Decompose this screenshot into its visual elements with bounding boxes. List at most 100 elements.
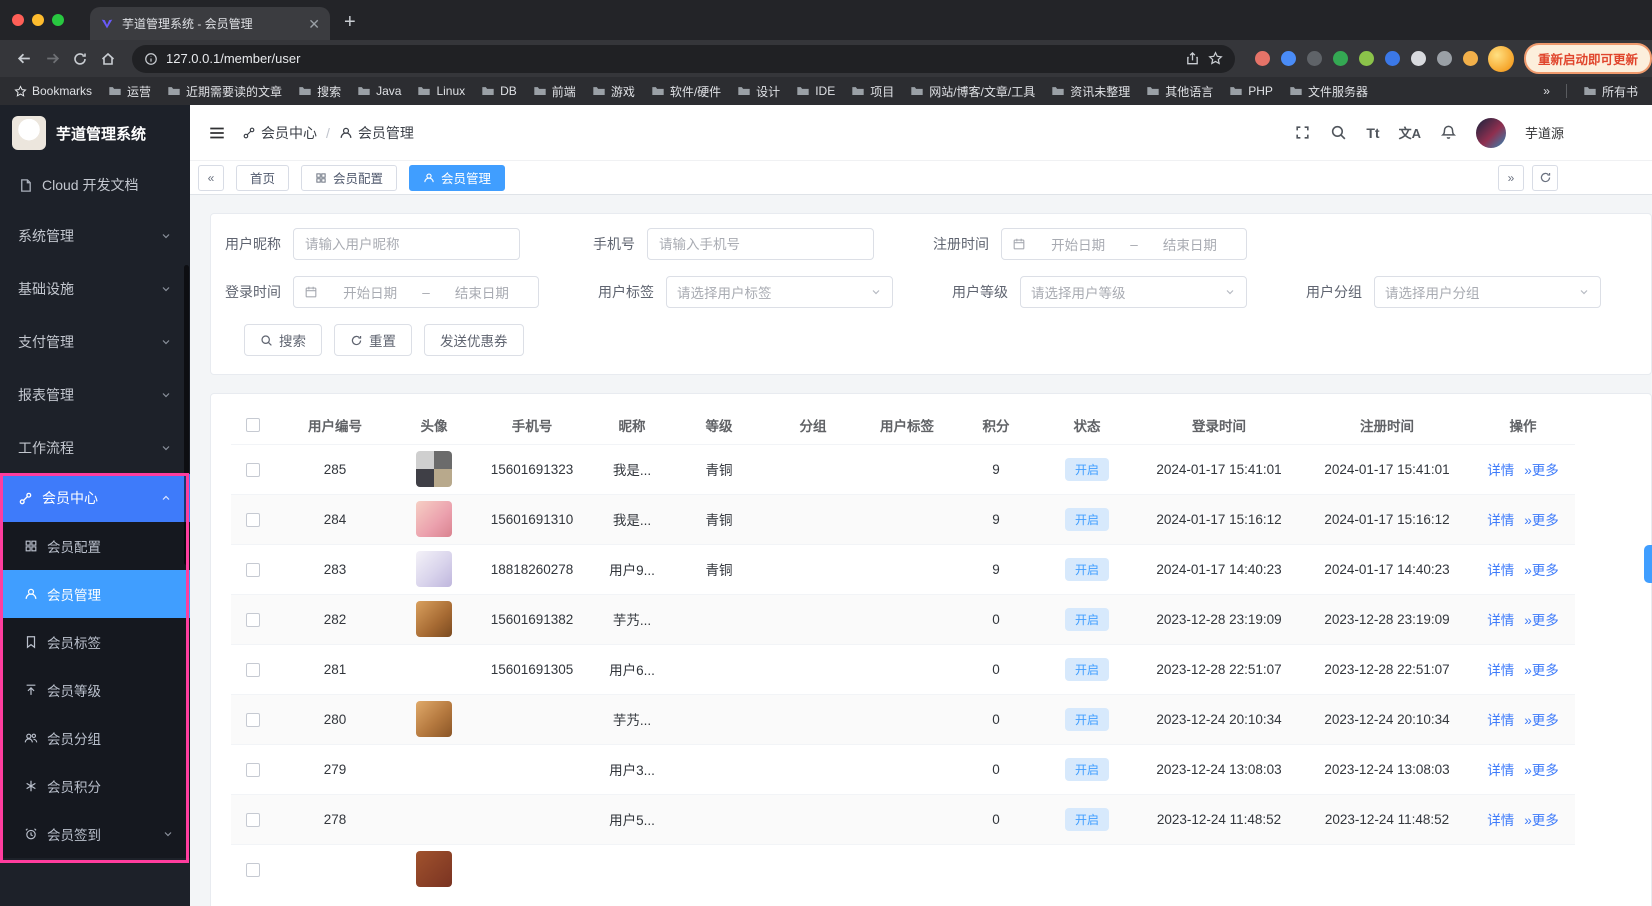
browser-tab[interactable]: 芋道管理系统 - 会员管理 ✕	[90, 7, 330, 40]
bookmark-folder[interactable]: PHP	[1229, 84, 1273, 98]
sidebar-scrollbar[interactable]	[184, 265, 189, 565]
more-link[interactable]: »更多	[1524, 713, 1559, 728]
sidebar-item-member-center[interactable]: 会员中心	[0, 474, 190, 522]
zoom-window-button[interactable]	[52, 14, 64, 26]
notification-bell-button[interactable]	[1440, 124, 1457, 141]
row-checkbox[interactable]	[246, 812, 260, 827]
row-checkbox[interactable]	[246, 862, 260, 877]
tabs-scroll-left-button[interactable]: «	[198, 164, 224, 191]
more-link[interactable]: »更多	[1524, 763, 1559, 778]
bookmark-folder[interactable]: 近期需要读的文章	[167, 83, 282, 100]
browser-profile-avatar[interactable]	[1487, 45, 1514, 72]
page-tab-member-config[interactable]: 会员配置	[301, 164, 398, 191]
row-checkbox[interactable]	[246, 462, 260, 477]
page-tab-home[interactable]: 首页	[236, 164, 290, 191]
bookmark-folder[interactable]: 文件服务器	[1289, 83, 1368, 100]
app-logo-row[interactable]: 芋道管理系统	[0, 105, 190, 161]
back-button[interactable]	[10, 45, 38, 73]
floating-affix-tab[interactable]	[1644, 545, 1652, 583]
extension-icon[interactable]	[1384, 51, 1400, 66]
nickname-input[interactable]	[293, 228, 520, 260]
level-select[interactable]: 请选择用户等级	[1020, 276, 1247, 308]
row-checkbox[interactable]	[246, 662, 260, 677]
login-date-range-picker[interactable]: 开始日期 – 结束日期	[293, 276, 539, 308]
bookmark-folder[interactable]: 软件/硬件	[651, 83, 721, 100]
group-select[interactable]: 请选择用户分组	[1374, 276, 1601, 308]
user-avatar[interactable]	[1475, 117, 1506, 148]
detail-link[interactable]: 详情	[1487, 763, 1514, 778]
sidebar-item-member-signin[interactable]: 会员签到	[0, 810, 190, 858]
register-date-range-picker[interactable]: 开始日期 – 结束日期	[1001, 228, 1247, 260]
sidebar-item-cloud-docs[interactable]: Cloud 开发文档	[0, 161, 190, 209]
bookmark-folder[interactable]: 资讯未整理	[1051, 83, 1130, 100]
extension-icon[interactable]	[1436, 51, 1452, 66]
row-checkbox[interactable]	[246, 612, 260, 627]
extension-icon[interactable]	[1358, 51, 1374, 66]
page-tab-member-manage[interactable]: 会员管理	[409, 164, 506, 191]
detail-link[interactable]: 详情	[1487, 463, 1514, 478]
sidebar-group-item[interactable]: 工作流程	[0, 421, 190, 474]
close-tab-icon[interactable]: ✕	[308, 17, 320, 31]
detail-link[interactable]: 详情	[1487, 513, 1514, 528]
row-checkbox[interactable]	[246, 562, 260, 577]
share-icon[interactable]	[1185, 51, 1200, 66]
more-link[interactable]: »更多	[1524, 563, 1559, 578]
locale-button[interactable]: 文A	[1399, 123, 1421, 142]
row-checkbox[interactable]	[246, 512, 260, 527]
sidebar-item-member-config[interactable]: 会员配置	[0, 522, 190, 570]
address-bar[interactable]: 127.0.0.1/member/user	[132, 44, 1235, 73]
bookmark-folder[interactable]: 设计	[737, 83, 780, 100]
bookmark-folder[interactable]: 运营	[108, 83, 151, 100]
bookmark-folder[interactable]: 网站/博客/文章/工具	[910, 83, 1035, 100]
row-checkbox[interactable]	[246, 712, 260, 727]
url-text[interactable]: 127.0.0.1/member/user	[166, 51, 1177, 66]
site-info-icon[interactable]	[144, 52, 158, 66]
sidebar-item-member-level[interactable]: 会员等级	[0, 666, 190, 714]
breadcrumb-member-manage[interactable]: 会员管理	[339, 123, 414, 143]
bookmark-folder[interactable]: 游戏	[592, 83, 635, 100]
bookmark-folder[interactable]: IDE	[796, 84, 835, 98]
fullscreen-button[interactable]	[1294, 124, 1311, 141]
bookmark-folder[interactable]: Linux	[417, 84, 465, 98]
tabs-scroll-right-button[interactable]: »	[1498, 164, 1524, 191]
bookmark-folder[interactable]: 其他语言	[1146, 83, 1213, 100]
detail-link[interactable]: 详情	[1487, 813, 1514, 828]
sidebar-group-item[interactable]: 报表管理	[0, 368, 190, 421]
new-tab-button[interactable]: +	[344, 12, 356, 32]
bookmark-folder[interactable]: Java	[357, 84, 401, 98]
extension-icon[interactable]	[1306, 51, 1322, 66]
home-button[interactable]	[94, 45, 122, 73]
tag-select[interactable]: 请选择用户标签	[666, 276, 893, 308]
detail-link[interactable]: 详情	[1487, 663, 1514, 678]
search-button[interactable]: 搜索	[244, 324, 322, 356]
forward-button[interactable]	[38, 45, 66, 73]
row-checkbox[interactable]	[246, 762, 260, 777]
select-all-checkbox[interactable]	[246, 418, 260, 433]
more-link[interactable]: »更多	[1524, 663, 1559, 678]
extension-icon[interactable]	[1462, 51, 1478, 66]
sidebar-item-member-group[interactable]: 会员分组	[0, 714, 190, 762]
sidebar-group-item[interactable]: 支付管理	[0, 315, 190, 368]
sidebar-item-member-points[interactable]: 会员积分	[0, 762, 190, 810]
extension-icon[interactable]	[1280, 51, 1296, 66]
sidebar-item-member-tag[interactable]: 会员标签	[0, 618, 190, 666]
send-coupon-button[interactable]: 发送优惠券	[424, 324, 524, 356]
breadcrumb-member-center[interactable]: 会员中心	[242, 123, 317, 143]
minimize-window-button[interactable]	[32, 14, 44, 26]
bookmarks-overflow-button[interactable]: »	[1543, 84, 1550, 98]
detail-link[interactable]: 详情	[1487, 713, 1514, 728]
font-size-button[interactable]: Tt	[1366, 125, 1379, 141]
user-name[interactable]: 芋道源	[1525, 123, 1564, 142]
refresh-page-button[interactable]	[1532, 164, 1558, 191]
search-button[interactable]	[1330, 124, 1347, 141]
bookmarks-root[interactable]: Bookmarks	[14, 84, 92, 98]
sidebar-item-member-manage[interactable]: 会员管理	[0, 570, 190, 618]
reload-button[interactable]	[66, 45, 94, 73]
extension-icon[interactable]	[1410, 51, 1426, 66]
detail-link[interactable]: 详情	[1487, 613, 1514, 628]
more-link[interactable]: »更多	[1524, 613, 1559, 628]
sidebar-group-item[interactable]: 基础设施	[0, 262, 190, 315]
more-link[interactable]: »更多	[1524, 463, 1559, 478]
bookmark-folder[interactable]: 项目	[851, 83, 894, 100]
close-window-button[interactable]	[12, 14, 24, 26]
